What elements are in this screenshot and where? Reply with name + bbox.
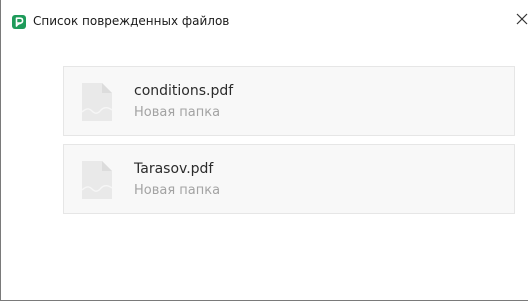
close-icon <box>514 10 528 28</box>
file-item-tarasov[interactable]: Tarasov.pdf Новая папка <box>63 144 515 214</box>
file-folder: Новая папка <box>134 183 221 198</box>
document-file-icon <box>80 82 114 122</box>
file-item-conditions[interactable]: conditions.pdf Новая папка <box>63 66 515 136</box>
damaged-files-window: Список поврежденных файлов conditions.pd… <box>0 0 528 301</box>
damaged-files-list: conditions.pdf Новая папка Tarasov.pdf Н… <box>63 66 515 222</box>
file-folder: Новая папка <box>134 105 221 120</box>
close-button[interactable] <box>514 10 528 28</box>
file-name: conditions.pdf <box>134 83 234 99</box>
file-name: Tarasov.pdf <box>134 161 214 177</box>
window-title: Список поврежденных файлов <box>33 14 230 28</box>
title-bar[interactable]: Список поврежденных файлов <box>1 0 528 32</box>
p-app-icon <box>12 14 26 29</box>
document-file-icon <box>80 160 114 200</box>
